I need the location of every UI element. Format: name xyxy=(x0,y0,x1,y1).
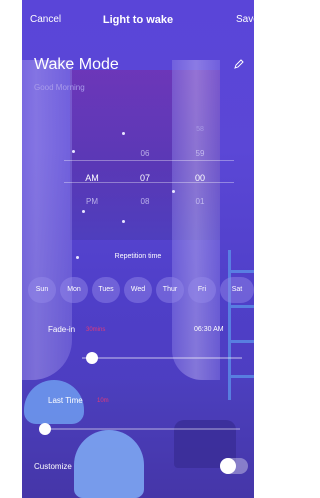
last-time-slider-track[interactable] xyxy=(40,428,240,430)
hour-column[interactable]: 06 07 08 xyxy=(120,118,170,218)
mode-name: Wake Mode xyxy=(34,56,119,73)
ampm-option xyxy=(64,142,120,166)
minute-option: 59 xyxy=(195,149,205,158)
wake-mode-screen: Cancel Light to wake Save Wake Mode Good… xyxy=(22,0,254,498)
last-time-duration: 10m xyxy=(97,398,109,404)
picker-divider xyxy=(64,182,234,183)
day-sat-button[interactable]: Sat xyxy=(220,277,254,303)
minute-column[interactable]: 58 59 00 01 xyxy=(170,118,230,218)
minute-option-selected: 00 xyxy=(194,173,205,183)
ampm-column[interactable]: AM PM xyxy=(64,118,120,218)
day-mon-button[interactable]: Mon xyxy=(60,277,88,303)
day-sun-button[interactable]: Sun xyxy=(28,277,56,303)
shelf-illustration xyxy=(228,250,254,400)
top-bar: Cancel Light to wake Save xyxy=(22,0,254,40)
picker-divider xyxy=(64,160,234,161)
day-thur-button[interactable]: Thur xyxy=(156,277,184,303)
hour-option: 06 xyxy=(140,149,150,158)
hour-option xyxy=(120,118,170,142)
fade-in-label: Fade-in xyxy=(48,325,76,334)
star-icon xyxy=(122,220,125,223)
fade-in-slider-track[interactable] xyxy=(82,357,242,359)
edit-icon[interactable] xyxy=(233,58,245,70)
save-button[interactable]: Save xyxy=(236,14,254,25)
last-time-slider-handle[interactable] xyxy=(39,423,51,435)
ampm-option: PM xyxy=(86,197,98,206)
toggle-knob xyxy=(220,458,236,474)
ampm-option-selected: AM xyxy=(85,173,99,183)
mode-subtitle: Good Morning xyxy=(34,83,85,92)
ampm-option xyxy=(64,118,120,142)
day-wed-button[interactable]: Wed xyxy=(124,277,152,303)
customize-toggle[interactable] xyxy=(220,458,248,474)
page-title: Light to wake xyxy=(102,14,174,26)
day-fri-button[interactable]: Fri xyxy=(188,277,216,303)
day-tues-button[interactable]: Tues xyxy=(92,277,120,303)
last-time-label: Last Time xyxy=(48,396,83,405)
fade-in-time: 06:30 AM xyxy=(194,326,224,333)
day-selector: Sun Mon Tues Wed Thur Fri Sat xyxy=(28,277,254,303)
minute-option: 01 xyxy=(195,197,205,206)
time-picker[interactable]: AM PM 06 07 08 58 59 00 01 xyxy=(64,118,234,218)
hour-option-selected: 07 xyxy=(139,173,150,183)
repetition-label: Repetition time xyxy=(114,253,162,260)
hour-option: 08 xyxy=(140,197,150,206)
fade-in-duration: 30mins xyxy=(86,327,106,333)
minute-option: 58 xyxy=(196,126,204,133)
fade-in-slider-handle[interactable] xyxy=(86,352,98,364)
plush-dog-illustration xyxy=(74,430,144,498)
customize-label: Customize xyxy=(34,462,72,471)
